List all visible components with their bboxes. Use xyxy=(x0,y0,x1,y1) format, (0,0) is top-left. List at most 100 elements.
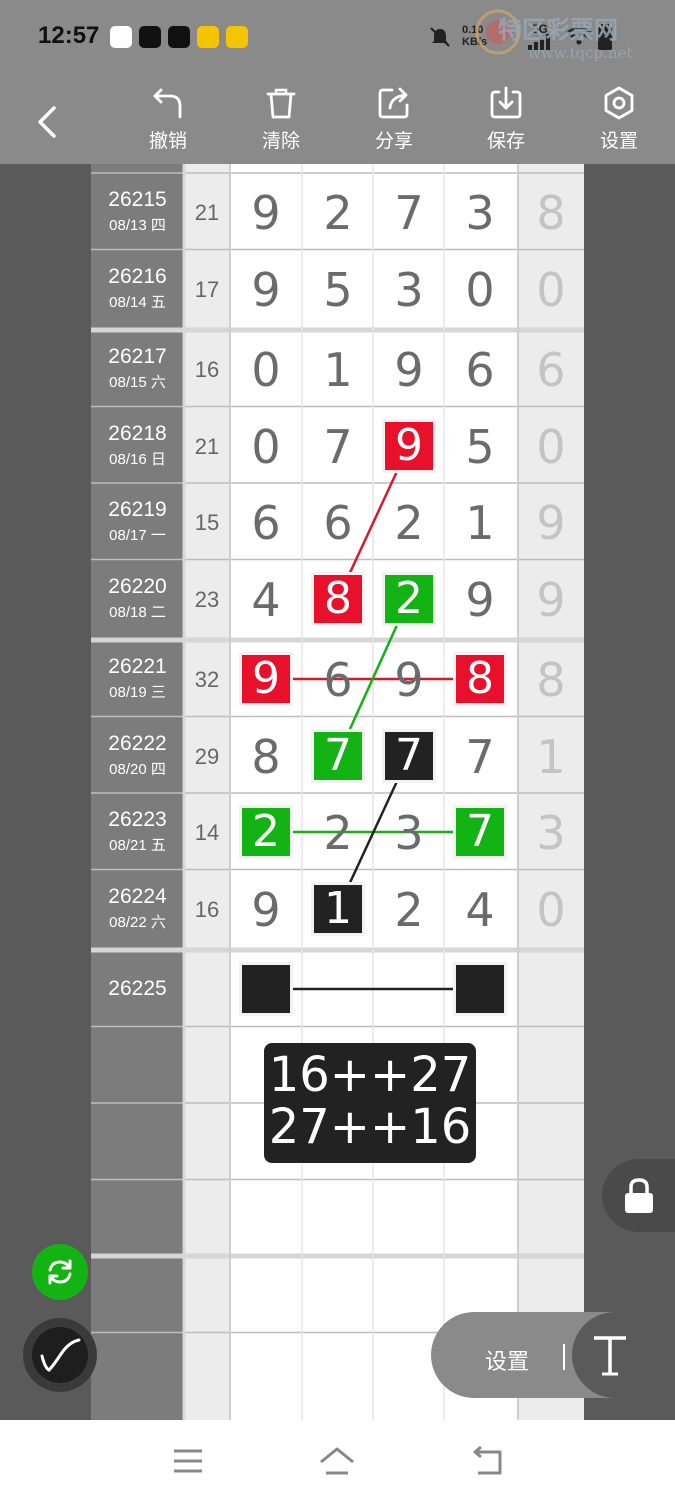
digit-cell[interactable]: 6 xyxy=(302,653,374,707)
settings-pill-label[interactable]: 设置 xyxy=(485,1344,529,1376)
settings-button[interactable]: 设置 xyxy=(579,86,659,153)
red-marked-digit[interactable]: 8 xyxy=(314,574,362,623)
digit-cell[interactable]: 9 xyxy=(444,573,516,627)
digit-cell[interactable]: 9 xyxy=(373,343,445,397)
sum-cell: 23 xyxy=(194,586,220,612)
formula-note[interactable]: 16++27 27++16 xyxy=(264,1043,476,1163)
red-marked-digit[interactable]: 9 xyxy=(242,655,290,703)
digit-cell[interactable]: 6 xyxy=(302,496,374,550)
digit-cell[interactable]: 0 xyxy=(444,263,516,317)
save-button[interactable]: 保存 xyxy=(466,86,546,153)
extra-digit-cell: 0 xyxy=(536,882,566,937)
issue-cell: 26219 08/17 一 xyxy=(91,498,184,545)
meituan-icon xyxy=(197,26,219,48)
digit-cell[interactable]: 6 xyxy=(230,496,302,550)
digit-cell[interactable]: 2 xyxy=(302,806,374,860)
extra-digit-cell: 8 xyxy=(536,653,566,707)
green-marked-digit[interactable]: 2 xyxy=(385,574,433,623)
draw-date: 08/17 一 xyxy=(109,527,166,544)
issue-cell: 26220 08/18 二 xyxy=(91,575,184,622)
formula-line-1: 16++27 xyxy=(268,1047,472,1103)
digit-cell[interactable]: 9 xyxy=(230,186,302,240)
black-marked-digit[interactable] xyxy=(456,965,504,1013)
trend-table[interactable]: 26215 08/13 四 21 9 2 7 3 8 26216 08/14 五 17 9 5 3 0 0 26… xyxy=(0,164,675,1420)
issue-cell: 26216 08/14 五 xyxy=(91,265,184,312)
draw-date: 08/14 五 xyxy=(109,293,166,311)
digit-cell[interactable]: 6 xyxy=(444,343,516,397)
mute-bell-icon xyxy=(430,27,450,47)
sum-cell: 21 xyxy=(194,433,220,459)
extra-digit-cell: 9 xyxy=(536,496,566,550)
extra-digit-cell: 0 xyxy=(536,419,566,474)
digit-cell[interactable]: 7 xyxy=(444,730,516,784)
red-marked-digit[interactable]: 8 xyxy=(456,655,504,703)
digit-cell[interactable]: 9 xyxy=(230,263,302,317)
green-marked-digit[interactable]: 7 xyxy=(314,731,362,780)
home-icon[interactable] xyxy=(318,1446,356,1476)
tiktok-icon-2 xyxy=(168,26,190,48)
issue-number: 26218 xyxy=(108,421,167,445)
digit-cell[interactable]: 1 xyxy=(302,343,374,397)
digit-cell[interactable]: 2 xyxy=(302,186,374,240)
digit-cell[interactable]: 2 xyxy=(373,883,445,937)
digit-cell[interactable]: 2 xyxy=(373,496,445,550)
issue-number: 26215 xyxy=(108,188,167,211)
issue-cell: 26223 08/21 五 xyxy=(91,808,184,855)
digit-cell[interactable]: 5 xyxy=(444,420,516,474)
trash-icon xyxy=(266,88,296,119)
draw-date: 08/15 六 xyxy=(109,374,166,391)
digit-cell[interactable]: 9 xyxy=(230,883,302,937)
status-time: 12:57 xyxy=(38,22,100,49)
digit-cell[interactable]: 7 xyxy=(373,186,445,240)
toolbar: 撤销 清除 分享 保存 设置 xyxy=(0,72,675,164)
back-button[interactable] xyxy=(28,102,68,142)
sum-cell: 15 xyxy=(194,510,220,535)
lock-icon xyxy=(625,1178,653,1213)
issue-number: 26221 xyxy=(108,655,167,678)
clear-button[interactable]: 清除 xyxy=(241,86,321,153)
digit-cell[interactable]: 3 xyxy=(373,806,445,860)
return-icon[interactable] xyxy=(470,1446,504,1476)
digit-cell[interactable]: 0 xyxy=(230,420,302,474)
issue-cell: 26217 08/15 六 xyxy=(91,345,184,392)
lock-button[interactable] xyxy=(602,1159,675,1232)
sync-button[interactable] xyxy=(32,1244,88,1300)
undo-label: 撤销 xyxy=(148,130,187,152)
menu-icon[interactable] xyxy=(172,1448,204,1474)
digit-cell[interactable]: 1 xyxy=(444,496,516,550)
digit-cell[interactable]: 3 xyxy=(444,186,516,240)
settings-label: 设置 xyxy=(599,130,638,152)
draw-date: 08/20 四 xyxy=(109,760,166,778)
issue-number: 26216 xyxy=(108,264,167,288)
extra-digit-cell: 6 xyxy=(536,343,566,397)
share-button[interactable]: 分享 xyxy=(354,86,434,153)
digit-cell[interactable]: 5 xyxy=(302,263,374,317)
red-marked-digit[interactable]: 9 xyxy=(385,421,433,470)
black-marked-digit[interactable] xyxy=(242,965,290,1013)
extra-digit-cell: 9 xyxy=(536,572,566,627)
digit-cell[interactable]: 4 xyxy=(444,883,516,937)
issue-number: 26224 xyxy=(108,884,167,908)
status-bar: 12:57 0.10 KB/s 5G 特区彩票网 www.tqcp.net xyxy=(0,0,675,72)
digit-cell[interactable]: 4 xyxy=(230,573,302,627)
green-marked-digit[interactable]: 7 xyxy=(456,808,504,856)
digit-cell[interactable]: 3 xyxy=(373,263,445,317)
watermark-url: www.tqcp.net xyxy=(528,44,633,62)
system-nav-bar xyxy=(0,1420,675,1500)
black-marked-digit[interactable]: 1 xyxy=(314,884,362,933)
black-marked-digit[interactable]: 7 xyxy=(385,731,433,780)
digit-cell[interactable]: 0 xyxy=(230,343,302,397)
gear-icon xyxy=(604,86,634,120)
formula-line-2: 27++16 xyxy=(268,1099,472,1155)
undo-button[interactable]: 撤销 xyxy=(128,86,208,153)
green-marked-digit[interactable]: 2 xyxy=(242,808,290,856)
sum-cell: 16 xyxy=(194,357,220,382)
text-tool-button[interactable] xyxy=(572,1312,675,1398)
digit-cell[interactable]: 8 xyxy=(230,730,302,784)
extra-digit-cell: 8 xyxy=(536,186,566,240)
download-icon xyxy=(490,86,522,119)
pen-button[interactable] xyxy=(23,1318,97,1392)
digit-cell[interactable]: 7 xyxy=(302,420,374,474)
issue-cell: 26221 08/19 三 xyxy=(91,655,184,702)
digit-cell[interactable]: 9 xyxy=(373,653,445,707)
